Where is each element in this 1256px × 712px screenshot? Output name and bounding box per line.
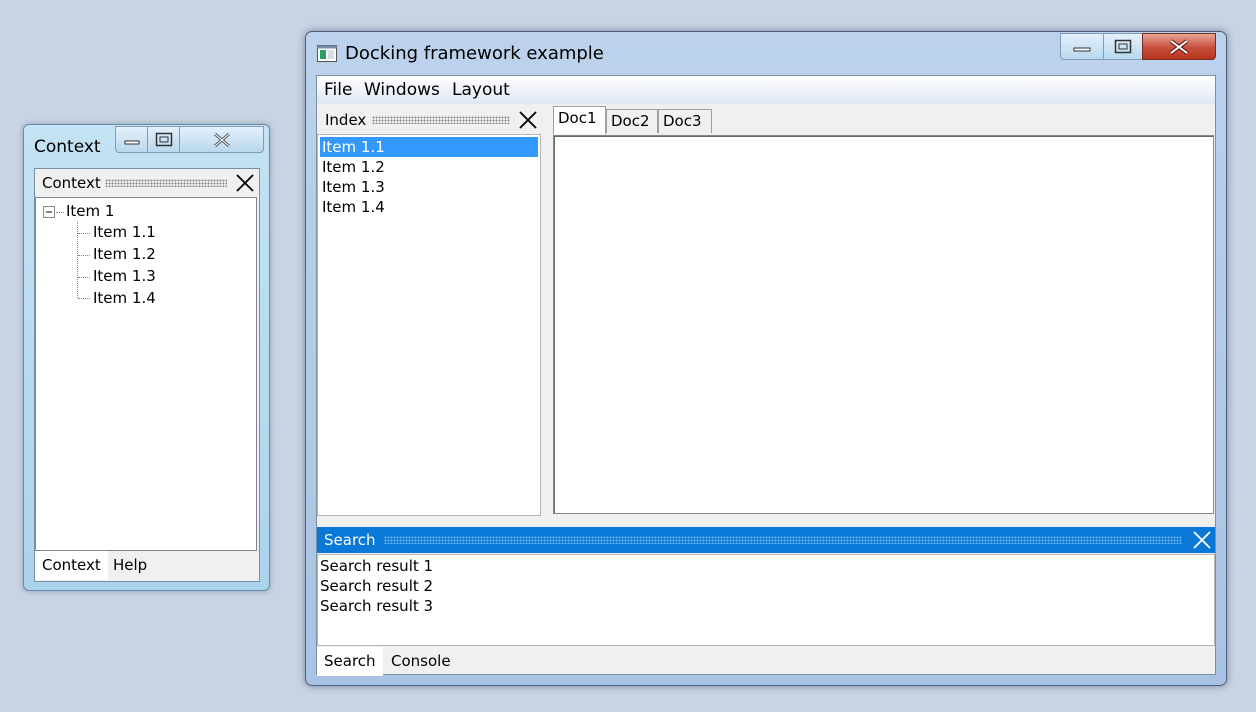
tree-item[interactable]: Item 1.4 xyxy=(93,289,156,307)
maximize-button[interactable] xyxy=(1103,33,1143,60)
close-icon xyxy=(1169,38,1189,55)
list-item[interactable]: Item 1.3 xyxy=(320,177,385,197)
document-area: Doc1 Doc2 Doc3 xyxy=(550,106,1215,518)
menu-file[interactable]: File xyxy=(324,80,352,100)
menu-bar: File Windows Layout xyxy=(317,76,1215,104)
context-tree[interactable]: Item 1 Item 1.1 Item 1.2 Item 1.3 Item 1… xyxy=(35,197,257,551)
tree-item[interactable]: Item 1.3 xyxy=(93,267,156,285)
maximize-button[interactable] xyxy=(147,126,180,153)
context-dock-header[interactable]: Context xyxy=(35,169,259,197)
search-dock-title: Search xyxy=(324,531,376,549)
menu-layout[interactable]: Layout xyxy=(452,80,510,100)
list-item[interactable]: Item 1.1 xyxy=(320,137,538,157)
drag-handle[interactable] xyxy=(105,179,227,187)
tab-help[interactable]: Help xyxy=(106,551,154,580)
close-icon[interactable] xyxy=(235,174,255,192)
minimize-button[interactable] xyxy=(115,126,148,153)
search-results-list[interactable]: Search result 1 Search result 2 Search r… xyxy=(317,554,1215,646)
tree-connector xyxy=(78,255,90,256)
window-title: Docking framework example xyxy=(345,43,604,64)
tree-connector xyxy=(78,277,90,278)
tree-connector xyxy=(78,298,90,299)
minimize-icon xyxy=(1073,47,1091,51)
drag-handle[interactable] xyxy=(372,116,510,124)
tree-item[interactable]: Item 1.2 xyxy=(93,245,156,263)
context-floating-window: Context Context Item 1 Item 1.1 Item 1.2… xyxy=(23,124,270,591)
minimize-icon xyxy=(124,140,139,144)
maximize-icon xyxy=(1114,39,1132,53)
tab-context[interactable]: Context xyxy=(35,551,108,580)
list-item[interactable]: Search result 2 xyxy=(320,576,433,596)
context-tab-bar: Context Help xyxy=(35,551,259,581)
tab-doc3[interactable]: Doc3 xyxy=(658,109,712,133)
index-dock-title: Index xyxy=(325,111,367,129)
close-icon[interactable] xyxy=(518,111,538,129)
context-window-client: Context Item 1 Item 1.1 Item 1.2 Item 1.… xyxy=(34,168,260,582)
tab-doc1[interactable]: Doc1 xyxy=(553,106,606,134)
tab-doc2[interactable]: Doc2 xyxy=(606,109,658,133)
list-item[interactable]: Search result 3 xyxy=(320,596,433,616)
search-dock-header[interactable]: Search xyxy=(317,527,1215,553)
main-window-client: File Windows Layout Index Item 1.1 Item … xyxy=(316,75,1216,676)
maximize-icon xyxy=(155,132,172,146)
main-window: Docking framework example File Windows L… xyxy=(305,31,1227,686)
app-icon xyxy=(317,45,337,62)
tree-item[interactable]: Item 1.1 xyxy=(93,223,156,241)
menu-windows[interactable]: Windows xyxy=(364,80,440,100)
tree-collapse-icon[interactable] xyxy=(43,206,56,219)
close-button[interactable] xyxy=(1142,33,1216,60)
tab-console[interactable]: Console xyxy=(384,647,458,676)
list-item[interactable]: Item 1.2 xyxy=(320,157,385,177)
tree-connector xyxy=(56,212,64,213)
tree-connector xyxy=(78,233,90,234)
tree-item-root[interactable]: Item 1 xyxy=(66,202,114,220)
document-pane[interactable] xyxy=(553,135,1214,514)
window-title: Context xyxy=(34,137,101,157)
tab-search[interactable]: Search xyxy=(317,647,383,676)
bottom-tab-bar: Search Console xyxy=(317,647,1215,676)
close-button[interactable] xyxy=(179,126,264,153)
index-dock-header[interactable]: Index xyxy=(317,107,541,133)
drag-handle[interactable] xyxy=(384,536,1182,544)
list-item[interactable]: Item 1.4 xyxy=(320,197,385,217)
close-icon[interactable] xyxy=(1192,531,1212,549)
context-dock-title: Context xyxy=(42,174,101,192)
close-icon xyxy=(213,132,230,147)
minimize-button[interactable] xyxy=(1060,33,1104,60)
list-item[interactable]: Search result 1 xyxy=(320,556,433,576)
index-list[interactable]: Item 1.1 Item 1.2 Item 1.3 Item 1.4 xyxy=(317,134,541,516)
